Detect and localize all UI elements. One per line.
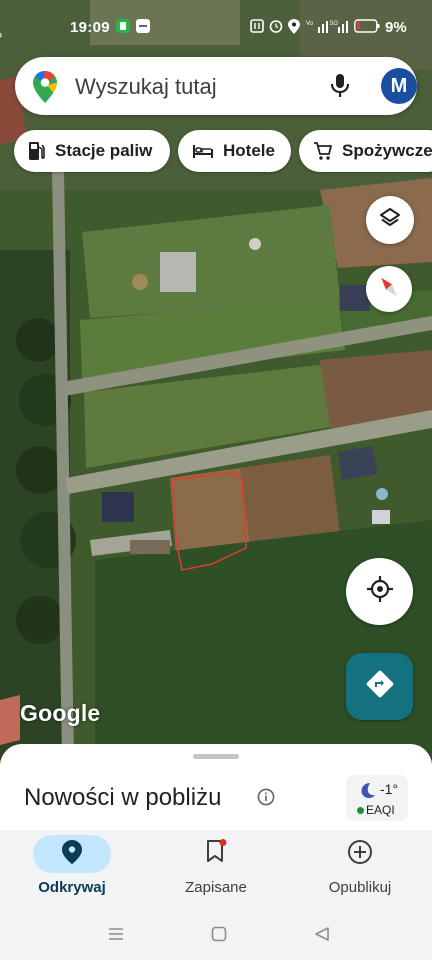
weather-aqi: EAQI [366,803,395,817]
bed-icon [192,143,214,159]
alarm-icon [269,18,283,34]
weather-temp: -1° [380,781,399,797]
back-icon[interactable] [314,926,330,947]
system-navigation-bar [0,910,432,960]
nav-explore-label: Odkrywaj [38,879,106,896]
chip-groceries[interactable]: Spożywcze [299,130,432,172]
mic-icon[interactable] [329,73,351,104]
nav-contribute-pill[interactable] [321,835,399,873]
search-placeholder[interactable]: Wyszukaj tutaj [75,74,217,100]
compass-button[interactable] [366,266,412,312]
maps-pin-icon [33,71,57,108]
nav-saved-label: Zapisane [185,879,247,896]
message-notification-icon [136,18,150,34]
chip-label: Hotele [223,141,275,160]
nav-saved-pill[interactable] [177,835,255,873]
gas-station-icon [28,141,46,161]
directions-button[interactable] [346,653,413,720]
cart-icon [313,141,333,161]
nav-explore[interactable]: Odkrywaj [0,830,144,910]
compass-icon [375,273,403,306]
volte-signal-icon: Vo [306,18,328,34]
svg-text:5G: 5G [330,21,338,27]
bookmark-icon [205,838,227,870]
sheet-drag-handle[interactable] [193,754,239,759]
info-icon[interactable] [257,788,275,811]
weather-widget[interactable]: -1° EAQI [346,775,408,821]
status-bar: 19:09 Vo 5G 9% [0,0,432,54]
home-icon[interactable] [211,926,227,947]
battery-percent: 9% [385,19,407,36]
status-time: 19:09 [70,19,110,36]
layers-icon [378,206,402,235]
recents-icon[interactable] [108,926,124,947]
nav-explore-pill[interactable] [33,835,111,873]
chip-hotels[interactable]: Hotele [178,130,291,172]
nav-contribute[interactable]: Opublikuj [288,830,432,910]
5g-signal-icon: 5G [330,18,350,34]
sheet-title: Nowości w pobliżu [24,784,222,811]
chat-notification-icon [116,18,130,34]
nav-saved[interactable]: Zapisane [144,830,288,910]
nav-contribute-label: Opublikuj [328,879,392,896]
chip-label: Stacje paliw [55,141,153,160]
nfc-icon [250,18,264,34]
directions-icon [366,670,394,703]
google-attribution: Google [20,700,101,726]
bottom-navigation: Odkrywaj Zapisane Opublikuj [0,830,432,910]
battery-icon [354,18,380,34]
moon-icon [358,781,376,804]
chip-gas-stations[interactable]: Stacje paliw [14,130,170,172]
location-icon [288,18,300,34]
my-location-icon [366,575,394,608]
avatar[interactable]: M [381,68,417,104]
layers-button[interactable] [366,196,414,244]
aqi-status-dot [357,807,364,814]
search-bar[interactable]: Wyszukaj tutaj M [15,57,417,115]
explore-pin-icon [62,839,82,869]
add-circle-icon [347,839,373,870]
svg-text:Vo: Vo [306,21,314,27]
chip-label: Spożywcze [342,141,432,160]
my-location-button[interactable] [346,558,413,625]
